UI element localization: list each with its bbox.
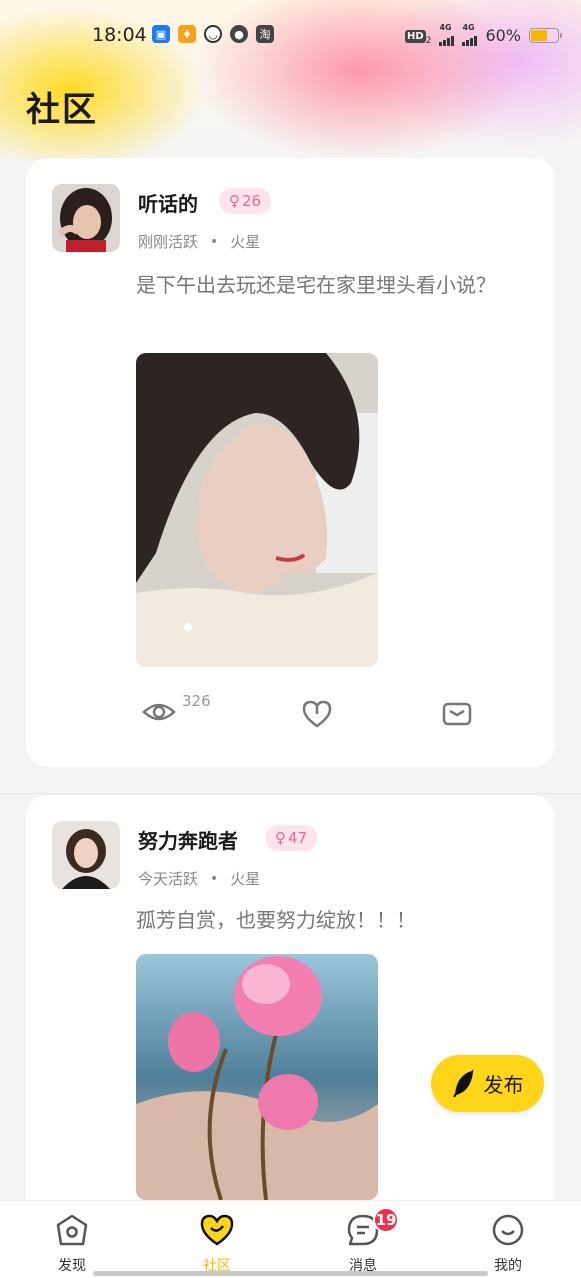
female-icon: ♀ (275, 829, 286, 847)
nav-item-community[interactable]: 社区 (172, 1213, 262, 1275)
post-photo[interactable] (136, 954, 378, 1200)
page-title: 社区 (26, 90, 98, 130)
nav-item-messages[interactable]: 19 消息 (318, 1207, 408, 1275)
home-icon (56, 1214, 88, 1246)
like-button[interactable] (302, 700, 332, 728)
home-indicator (93, 1271, 488, 1276)
post-photo[interactable] (136, 353, 378, 667)
unread-badge: 19 (373, 1207, 399, 1233)
app-notification-icon: ◡ (204, 25, 222, 43)
female-icon: ♀ (229, 192, 240, 210)
hd-icon: HD 2 (405, 30, 432, 47)
status-time: 18:04 (92, 24, 147, 46)
screen: 18:04 ▣ ♦ ◡ ● 淘 HD 2 4G 4G 60% 社区 听话的 ♀ … (0, 0, 581, 1278)
avatar[interactable] (52, 821, 120, 889)
username[interactable]: 努力奔跑者 (138, 825, 238, 854)
age-value: 26 (242, 192, 262, 210)
post-text: 孤芳自赏，也要努力绽放！！！ (136, 908, 416, 932)
heart-icon (302, 700, 332, 728)
location: 火星 (230, 870, 261, 888)
app-notification-icon: 淘 (256, 25, 274, 43)
signal-icon: 4G (462, 24, 478, 47)
post-text: 是下午出去玩还是宅在家里埋头看小说？ (136, 273, 496, 297)
active-status: 今天活跃 (138, 870, 199, 888)
status-right: HD 2 4G 4G 60% (405, 24, 562, 47)
signal-icon: 4G (439, 24, 455, 47)
app-notification-icon: ▣ (152, 25, 170, 43)
battery-percent: 60% (485, 25, 521, 45)
app-notification-icon: ● (230, 25, 248, 43)
message-button[interactable] (442, 702, 472, 726)
views-stat: 326 (142, 692, 211, 724)
meta-separator: • (210, 870, 219, 887)
age-badge: ♀ 47 (265, 825, 318, 851)
heart-icon (200, 1214, 234, 1246)
nav-label: 我的 (494, 1258, 522, 1274)
status-bar: 18:04 ▣ ♦ ◡ ● 淘 HD 2 4G 4G 60% (0, 0, 581, 72)
username[interactable]: 听话的 (138, 188, 198, 217)
age-value: 47 (288, 829, 308, 847)
mail-icon (442, 702, 472, 726)
bottom-nav: 发现 社区 19 消息 我的 (0, 1200, 581, 1278)
post-card[interactable]: 听话的 ♀ 26 刚刚活跃 • 火星 是下午出去玩还是宅在家里埋头看小说？ 32… (26, 158, 555, 767)
divider (0, 793, 581, 794)
meta-separator: • (210, 233, 219, 250)
app-notification-icon: ♦ (178, 25, 196, 43)
post-meta: 今天活跃 • 火星 (138, 868, 260, 889)
eye-icon (142, 703, 176, 721)
active-status: 刚刚活跃 (138, 233, 199, 251)
feather-icon (452, 1069, 473, 1098)
battery-icon (529, 27, 562, 43)
age-badge: ♀ 26 (219, 188, 272, 214)
publish-button[interactable]: 发布 (431, 1055, 544, 1112)
location: 火星 (230, 233, 261, 251)
publish-label: 发布 (483, 1073, 524, 1097)
post-actions: 326 (26, 692, 555, 740)
nav-item-profile[interactable]: 我的 (463, 1213, 553, 1275)
nav-label: 发现 (58, 1258, 86, 1274)
avatar[interactable] (52, 184, 120, 252)
smile-icon (492, 1214, 524, 1246)
post-meta: 刚刚活跃 • 火星 (138, 231, 260, 252)
views-count: 326 (182, 692, 211, 710)
notification-icons: ▣ ♦ ◡ ● 淘 (152, 25, 274, 43)
nav-item-discover[interactable]: 发现 (27, 1213, 117, 1275)
